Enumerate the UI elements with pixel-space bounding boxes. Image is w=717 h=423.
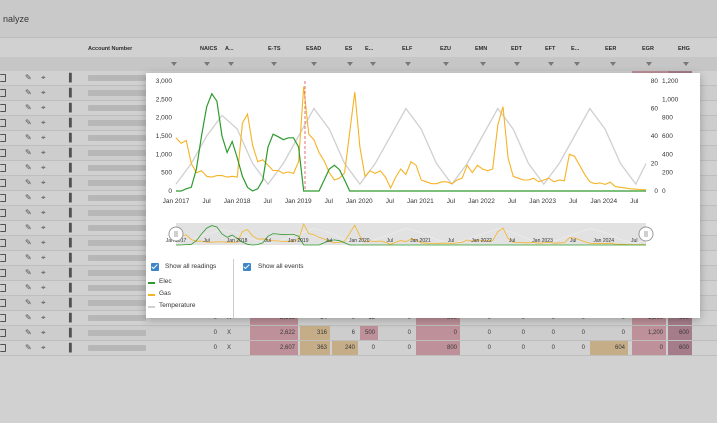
- show-readings-label: Show all readings: [165, 263, 217, 270]
- navigator-x-label: Jan 2022: [471, 238, 492, 244]
- y-right-tick-label: 800: [662, 115, 673, 122]
- navigator-x-label: Jan 2024: [593, 238, 614, 244]
- readings-chart-modal: 0 500 1,000 1,500 2,000 2,500 3,000 0 20 40 60 80 0 2…: [146, 73, 700, 318]
- legend-divider: [233, 259, 234, 318]
- app-window: nalyze Account Number NAICS A... E-TS ES…: [0, 0, 717, 423]
- x-tick-label: Jul: [630, 198, 639, 205]
- y-left-tick-label: 3,000: [156, 78, 173, 85]
- y-left-tick-label: 500: [161, 170, 172, 177]
- navigator-x-label: Jul: [387, 238, 393, 244]
- y-right-tick-label: 200: [662, 170, 673, 177]
- gas-legend-swatch: [148, 294, 155, 296]
- navigator-x-label: Jul: [264, 238, 270, 244]
- x-tick-label: Jan 2018: [224, 198, 251, 205]
- y-right-temp-tick-label: 60: [651, 106, 659, 113]
- y-right-temp-tick-label: 20: [651, 161, 659, 168]
- navigator-x-label: Jan 2020: [349, 238, 370, 244]
- navigator-x-label: Jul: [326, 238, 332, 244]
- y-left-tick-label: 1,500: [156, 133, 173, 140]
- x-tick-label: Jan 2020: [346, 198, 373, 205]
- x-tick-label: Jul: [202, 198, 211, 205]
- x-tick-label: Jan 2022: [468, 198, 495, 205]
- navigator-x-label: Jan 2021: [410, 238, 431, 244]
- y-right-tick-label: 1,000: [662, 96, 679, 103]
- chart-legend: Show all readings Show all events Elec G…: [146, 259, 700, 318]
- x-tick-label: Jan 2017: [163, 198, 190, 205]
- y-left-tick-label: 1,000: [156, 151, 173, 158]
- gas-line: [175, 86, 647, 191]
- x-tick-label: Jul: [386, 198, 395, 205]
- show-readings-checkbox[interactable]: [151, 263, 159, 271]
- x-tick-label: Jul: [263, 198, 272, 205]
- x-tick-label: Jul: [569, 198, 578, 205]
- x-tick-label: Jul: [325, 198, 334, 205]
- legend-item-temperature[interactable]: Temperature: [159, 302, 196, 309]
- navigator-x-label: Jan 2018: [227, 238, 248, 244]
- y-right-tick-label: 600: [662, 133, 673, 140]
- x-tick-label: Jan 2021: [407, 198, 434, 205]
- x-tick-label: Jul: [508, 198, 517, 205]
- y-right-tick-label: 0: [662, 188, 666, 195]
- range-handle-right[interactable]: [638, 226, 654, 242]
- y-right-temp-tick-label: 80: [651, 78, 659, 85]
- x-tick-label: Jan 2024: [590, 198, 617, 205]
- navigator-x-label: Jan 2019: [288, 238, 309, 244]
- y-right-tick-label: 1,200: [662, 78, 679, 85]
- x-tick-label: Jan 2019: [285, 198, 312, 205]
- y-right-tick-label: 400: [662, 151, 673, 158]
- temperature-legend-swatch: [148, 306, 155, 308]
- show-events-checkbox[interactable]: [243, 263, 251, 271]
- navigator-x-label: Jan 2023: [532, 238, 553, 244]
- x-tick-label: Jan 2023: [529, 198, 556, 205]
- range-handle-left[interactable]: [168, 226, 184, 242]
- y-left-tick-label: 2,000: [156, 115, 173, 122]
- x-tick-label: Jul: [447, 198, 456, 205]
- temperature-line: [175, 107, 647, 186]
- y-right-temp-tick-label: 0: [654, 188, 658, 195]
- show-events-label: Show all events: [258, 263, 304, 270]
- legend-item-elec[interactable]: Elec: [159, 278, 172, 285]
- elec-line: [176, 92, 646, 192]
- navigator-x-label: Jul: [631, 238, 637, 244]
- navigator-x-label: Jul: [509, 238, 515, 244]
- readings-chart: 05001,0001,5002,0002,5003,00002040608002…: [156, 78, 679, 246]
- elec-legend-swatch: [148, 282, 155, 284]
- legend-item-gas[interactable]: Gas: [159, 290, 171, 297]
- y-left-tick-label: 2,500: [156, 96, 173, 103]
- navigator-x-label: Jul: [570, 238, 576, 244]
- navigator-x-label: Jul: [203, 238, 209, 244]
- y-right-temp-tick-label: 40: [651, 133, 659, 140]
- navigator-x-label: Jul: [448, 238, 454, 244]
- y-left-tick-label: 0: [168, 188, 172, 195]
